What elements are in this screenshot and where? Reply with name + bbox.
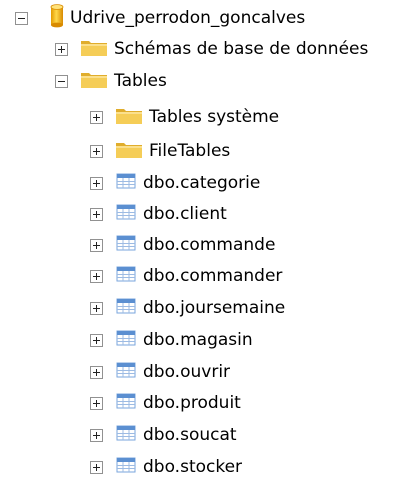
tree-node-label: dbo.magasin: [143, 330, 253, 350]
tree-node-table[interactable]: dbo.categorie: [90, 168, 260, 198]
expand-toggle[interactable]: [90, 176, 103, 190]
folder-icon: [115, 105, 143, 130]
expand-toggle[interactable]: [90, 301, 103, 315]
object-explorer-tree: Udrive_perrodon_goncalves Schémas de bas…: [0, 0, 410, 481]
tree-node-label: dbo.categorie: [143, 173, 261, 193]
tree-node-label: dbo.client: [143, 204, 227, 224]
tree-node-table[interactable]: dbo.commander: [90, 261, 282, 291]
tree-node-label: Schémas de base de données: [114, 39, 369, 59]
table-icon: [115, 424, 137, 447]
collapse-toggle-tables[interactable]: [55, 74, 68, 88]
table-icon: [115, 172, 137, 195]
tree-node-schemas-folder[interactable]: Schémas de base de données: [55, 34, 368, 64]
table-icon: [115, 297, 137, 320]
tree-node-table[interactable]: dbo.soucat: [90, 420, 237, 450]
tree-node-table[interactable]: dbo.stocker: [90, 452, 242, 482]
tree-node-label: dbo.soucat: [143, 425, 237, 445]
expand-toggle-schemas[interactable]: [55, 42, 68, 56]
tree-node-label: Udrive_perrodon_goncalves: [70, 8, 306, 28]
table-icon: [115, 329, 137, 352]
tree-node-label: FileTables: [149, 141, 231, 161]
tree-node-database[interactable]: Udrive_perrodon_goncalves: [15, 3, 305, 33]
table-icon: [115, 203, 137, 226]
tree-node-label: Tables système: [149, 107, 280, 127]
expand-toggle[interactable]: [90, 333, 103, 347]
tree-node-filetables-folder[interactable]: FileTables: [90, 136, 230, 166]
tree-node-table[interactable]: dbo.magasin: [90, 325, 253, 355]
tree-node-system-tables-folder[interactable]: Tables système: [90, 102, 279, 132]
tree-node-label: dbo.ouvrir: [143, 362, 231, 382]
tree-node-table[interactable]: dbo.joursemaine: [90, 293, 285, 323]
database-cylinder-icon: [50, 3, 64, 33]
tree-node-table[interactable]: dbo.commande: [90, 230, 275, 260]
table-icon: [115, 265, 137, 288]
expand-toggle[interactable]: [90, 396, 103, 410]
tree-node-label: dbo.commander: [143, 266, 283, 286]
expand-toggle[interactable]: [90, 365, 103, 379]
expand-toggle[interactable]: [90, 428, 103, 442]
folder-icon: [80, 37, 108, 62]
folder-icon: [115, 139, 143, 164]
expand-toggle[interactable]: [90, 269, 103, 283]
expand-toggle[interactable]: [90, 460, 103, 474]
tree-node-label: Tables: [114, 71, 167, 91]
folder-icon: [80, 69, 108, 94]
tree-node-label: dbo.joursemaine: [143, 298, 286, 318]
table-icon: [115, 456, 137, 479]
tree-node-table[interactable]: dbo.ouvrir: [90, 357, 230, 387]
table-icon: [115, 361, 137, 384]
tree-node-label: dbo.produit: [143, 393, 241, 413]
tree-node-table[interactable]: dbo.produit: [90, 388, 241, 418]
expand-toggle[interactable]: [90, 238, 103, 252]
expand-toggle[interactable]: [90, 207, 103, 221]
tree-node-table[interactable]: dbo.client: [90, 199, 227, 229]
table-icon: [115, 234, 137, 257]
tree-node-label: dbo.stocker: [143, 457, 243, 477]
tree-node-tables-folder[interactable]: Tables: [55, 66, 167, 96]
table-icon: [115, 392, 137, 415]
expand-toggle[interactable]: [90, 144, 103, 158]
tree-node-label: dbo.commande: [143, 235, 276, 255]
collapse-toggle-database[interactable]: [15, 11, 28, 25]
expand-toggle[interactable]: [90, 110, 103, 124]
